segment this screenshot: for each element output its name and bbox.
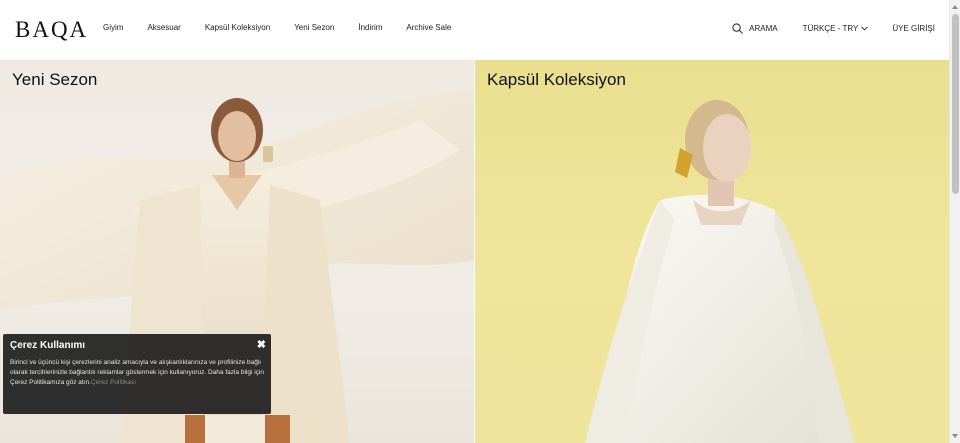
page-scrollbar[interactable] xyxy=(949,0,960,443)
header-actions: ARAMA TÜRKÇE - TRY ÜYE GİRİŞİ xyxy=(732,23,935,34)
close-icon[interactable]: ✖ xyxy=(257,338,266,351)
cookie-body: Birinci ve üçüncü kişi çerezlerini anali… xyxy=(10,358,264,388)
nav-item-kapsul-koleksiyon[interactable]: Kapsül Koleksiyon xyxy=(205,23,270,32)
search-button[interactable]: ARAMA xyxy=(732,23,778,34)
brand-logo[interactable]: BAQA xyxy=(15,17,88,43)
search-icon xyxy=(732,23,744,34)
language-label: TÜRKÇE - TRY xyxy=(802,24,859,33)
nav-item-yeni-sezon[interactable]: Yeni Sezon xyxy=(294,23,334,32)
panel-title-new-season: Yeni Sezon xyxy=(12,70,98,89)
cookie-banner: Çerez Kullanımı ✖ Birinci ve üçüncü kişi… xyxy=(3,334,271,414)
cookie-policy-link[interactable]: Çerez Politikası xyxy=(91,379,136,386)
search-label: ARAMA xyxy=(749,24,778,33)
promo-panel-capsule-collection[interactable]: Kapsül Koleksiyon xyxy=(475,60,949,443)
main-nav: Giyim Aksesuar Kapsül Koleksiyon Yeni Se… xyxy=(103,23,475,32)
nav-item-giyim[interactable]: Giyim xyxy=(103,23,123,32)
cookie-title: Çerez Kullanımı xyxy=(10,340,86,351)
language-selector[interactable]: TÜRKÇE - TRY xyxy=(803,24,869,33)
cookie-text: Birinci ve üçüncü kişi çerezlerini anali… xyxy=(10,359,264,386)
nav-item-aksesuar[interactable]: Aksesuar xyxy=(147,23,180,32)
model-image-capsule xyxy=(585,100,855,443)
scroll-down-arrow-icon[interactable] xyxy=(952,434,958,438)
panel-title-capsule: Kapsül Koleksiyon xyxy=(487,70,626,89)
login-link[interactable]: ÜYE GİRİŞİ xyxy=(892,24,935,33)
scrollbar-thumb[interactable] xyxy=(952,14,959,194)
site-header: BAQA Giyim Aksesuar Kapsül Koleksiyon Ye… xyxy=(0,0,949,60)
chevron-down-icon xyxy=(861,26,869,31)
nav-item-archive-sale[interactable]: Archive Sale xyxy=(406,23,451,32)
scroll-up-arrow-icon[interactable] xyxy=(952,5,958,9)
nav-item-indirim[interactable]: İndirim xyxy=(358,23,382,32)
